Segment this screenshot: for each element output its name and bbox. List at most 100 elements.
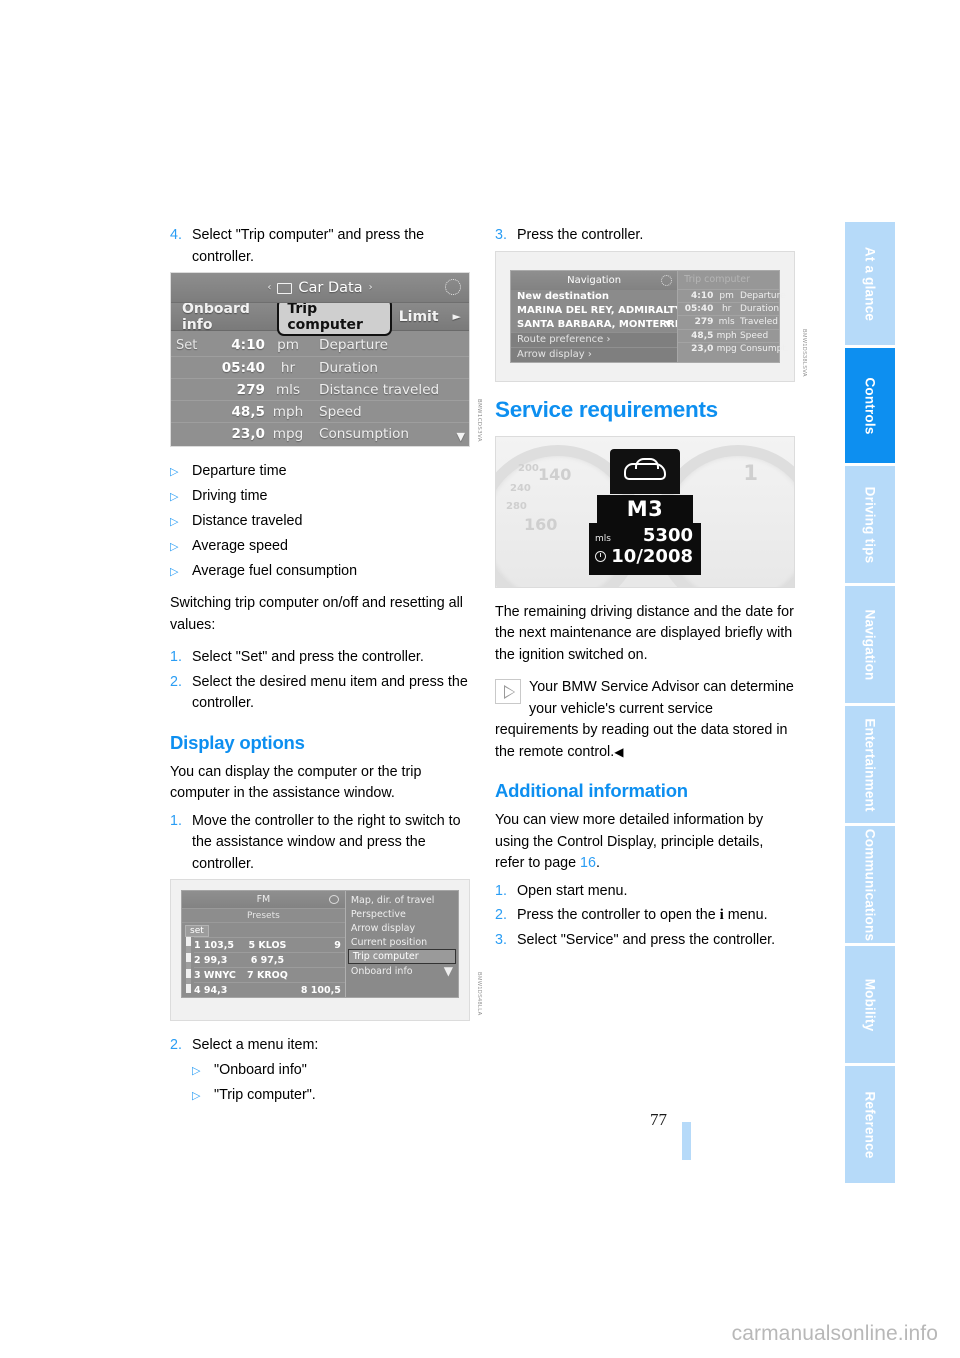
menu-item-label: SANTA BARBARA, MONTERREY ST [517,319,677,330]
page-reference-link[interactable]: 16 [580,855,596,871]
step-1: 1. Select "Set" and press the controller… [170,647,470,669]
dial-tick-1: 1 [743,460,758,485]
car-icon [624,457,666,480]
list-item: ▷ "Onboard info" [192,1060,470,1082]
preset-2: 2 99,3 [194,954,228,966]
menu-item-recent-destination-2[interactable]: ▼ SANTA BARBARA, MONTERREY ST [511,318,677,332]
menu-item-trip-computer[interactable]: Trip computer [347,949,456,964]
sidebar-item-mobility[interactable]: Mobility [845,946,895,1063]
distance-value: 5300 [642,524,693,546]
menu-item-arrow-display[interactable]: Arrow display [346,921,458,935]
step-text-pre: Press the controller to open the [517,907,720,923]
radio-set-button[interactable]: set [185,925,209,937]
step-text: Select "Service" and press the controlle… [517,931,776,948]
dial-tick-240: 240 [510,482,531,494]
sidebar-item-communications[interactable]: Communications [845,826,895,943]
triangle-bullet-icon: ▷ [170,491,179,503]
scrollbar[interactable] [186,937,191,993]
site-watermark: carmanualsonline.info [731,1322,938,1345]
step-4: 4. Select "Trip computer" and press the … [170,225,470,268]
row-value: 279 [236,381,265,398]
step-text: Select "Trip computer" and press the con… [192,227,425,265]
menu-item-new-destination[interactable]: New destination [511,290,677,304]
step-number: 3. [495,931,507,948]
table-row: 05:40 hr Duration [171,356,469,378]
scroll-down-icon[interactable]: ▼ [457,430,465,443]
row-unit: mls [718,317,735,328]
table-row: 279 mls Traveled [678,315,779,328]
prev-arrow-icon: ‹ [267,282,272,293]
preset-6: 6 97,5 [250,954,285,966]
sidebar-item-reference[interactable]: Reference [845,1066,895,1183]
list-item-label: "Trip computer". [214,1086,316,1103]
tab-next-icon[interactable]: ► [446,310,465,323]
list-item: ▷ Average speed [170,536,470,558]
list-item: ▷ "Trip computer". [192,1085,470,1107]
figure-code: BMW1DS48LLA [476,972,482,1016]
sidebar-item-navigation[interactable]: Navigation [845,586,895,703]
row-label: Distance traveled [319,381,440,398]
table-row: Set 4:10 pm Departure [171,334,469,356]
compass-icon [661,274,673,286]
scroll-down-icon[interactable]: ▼ [444,964,453,978]
service-data-display: mls 5300 10/2008 [589,522,701,575]
additional-step-3: 3. Select "Service" and press the contro… [495,930,795,952]
menu-item-route-preference[interactable]: Route preference › [511,331,678,347]
switching-intro: Switching trip computer on/off and reset… [170,595,463,633]
sidebar-item-label: Driving tips [862,486,878,563]
page-content: 4. Select "Trip computer" and press the … [170,225,807,1103]
menu-item-onboard-info[interactable]: Onboard info ▼ [346,964,458,978]
list-item[interactable]: 1 103,5 5 KLOS 9 [194,937,345,952]
screen-rows: Set 4:10 pm Departure 05:40 hr Duration … [171,331,469,446]
preset-blank [292,955,345,966]
sidebar-item-driving-tips[interactable]: Driving tips [845,466,895,583]
service-distance-line: mls 5300 [595,525,693,546]
next-arrow-icon: › [368,282,373,293]
sidebar-item-label: Reference [862,1090,878,1159]
menu-item-recent-destination-1[interactable]: MARINA DEL REY, ADMIRALTY WA [511,304,677,318]
step-3: 3. Press the controller. [495,225,795,247]
tab-limit[interactable]: Limit [392,309,446,325]
display-options-step-1: 1. Move the controller to the right to s… [170,811,470,876]
row-unit: hr [280,359,296,376]
row-value: 05:40 [221,359,265,376]
row-value: 48,5 [231,403,265,420]
triangle-bullet-icon: ▷ [192,1064,201,1077]
additional-intro-period: . [595,855,600,871]
preset-9: 9 [334,939,341,951]
set-label[interactable]: Set [171,338,207,353]
date-value: 10/2008 [611,545,693,567]
navigation-list-panel: Navigation New destination MARINA DEL RE… [511,270,678,362]
menu-item-current-position[interactable]: Current position [346,935,458,949]
row-value: 23,0 [691,344,714,355]
menu-item-map-dir-of-travel[interactable]: Map, dir. of travel [346,893,458,907]
figure-car-data-screen: ‹ Car Data › Onboard info Trip computer … [170,272,482,447]
tab-trip-computer[interactable]: Trip computer [277,297,392,336]
list-item[interactable]: 4 94,3 8 100,5 [194,982,345,997]
preset-5: 5 KLOS [248,939,287,951]
menu-item-perspective[interactable]: Perspective [346,907,458,921]
step-number: 1. [170,812,182,829]
step-number: 2. [495,907,507,923]
row-unit: pm [719,290,734,301]
vehicle-model-display: M3 [597,494,693,523]
radio-main-panel: FM Presets set 1 103,5 5 KLOS 9 2 99,3 6… [182,891,345,997]
list-item: ▷ Distance traveled [170,511,470,533]
step-number: 1. [495,882,507,899]
additional-step-1: 1. Open start menu. [495,881,795,903]
sidebar-item-entertainment[interactable]: Entertainment [845,706,895,823]
row-unit: mpg [272,425,304,442]
sidebar-item-controls[interactable]: Controls [845,348,895,463]
tab-onboard-info[interactable]: Onboard info [175,301,277,333]
list-item[interactable]: 2 99,3 6 97,5 [194,952,345,967]
figure-assistance-window: FM Presets set 1 103,5 5 KLOS 9 2 99,3 6… [170,879,482,1021]
panel-title: Trip computer [684,273,750,285]
sidebar-item-at-a-glance[interactable]: At a glance [845,222,895,345]
menu-item-arrow-display[interactable]: Arrow display › [511,346,678,362]
step-text-post: menu. [723,907,768,923]
list-item[interactable]: 3 WNYC 7 KROQ [194,967,345,982]
radio-band-label: FM [256,894,271,905]
monitor-icon [277,283,293,294]
step-number: 3. [495,227,507,243]
navigation-title: Navigation [567,274,622,286]
